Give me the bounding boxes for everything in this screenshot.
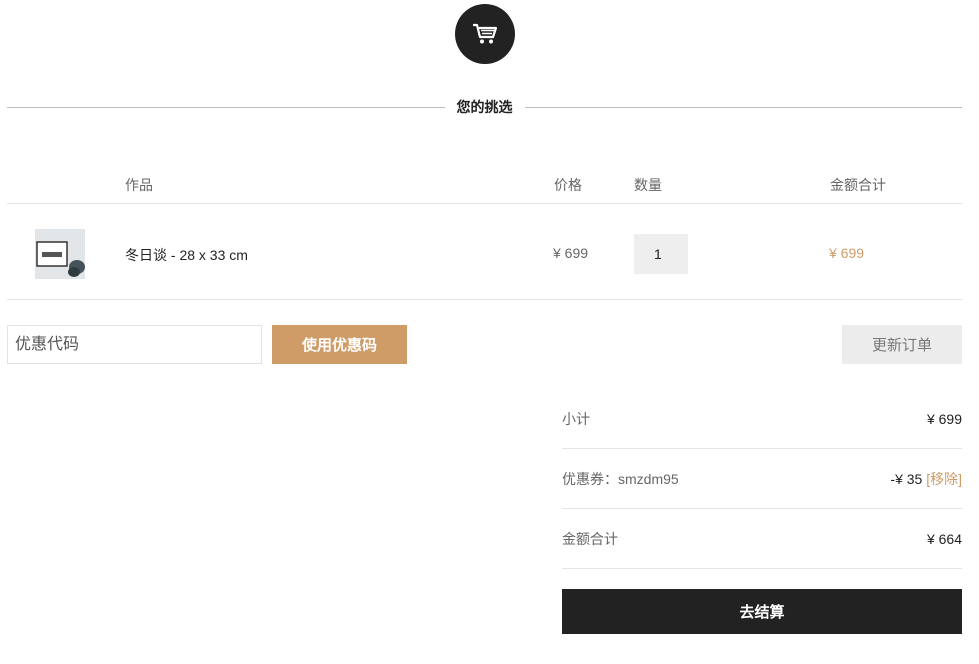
line-total: ¥ 699 — [829, 245, 865, 261]
divider — [524, 106, 962, 108]
divider — [7, 106, 445, 108]
summary-divider — [562, 568, 962, 569]
column-header-price: 价格 — [554, 177, 582, 193]
product-thumbnail[interactable] — [35, 229, 85, 279]
subtotal-row: 小计 ¥ 699 — [562, 389, 962, 449]
update-order-button[interactable]: 更新订单 — [842, 325, 962, 364]
quantity-input[interactable]: 1 — [634, 234, 688, 274]
table-divider — [7, 299, 962, 300]
remove-coupon-link[interactable]: [移除] — [926, 471, 962, 487]
column-header-product: 作品 — [125, 177, 153, 193]
cart-badge — [455, 4, 515, 64]
product-name[interactable]: 冬日谈 - 28 x 33 cm — [125, 245, 248, 265]
shopping-cart-icon — [473, 23, 498, 44]
column-header-quantity: 数量 — [634, 177, 662, 193]
total-row: 金额合计 ¥ 664 — [562, 509, 962, 569]
column-header-total: 金额合计 — [830, 177, 886, 193]
coupon-value: -¥ 35 — [890, 471, 923, 487]
subtotal-value: ¥ 699 — [926, 411, 962, 427]
product-price: ¥ 699 — [553, 245, 589, 261]
total-label: 金额合计 — [562, 531, 618, 547]
apply-coupon-button[interactable]: 使用优惠码 — [272, 325, 407, 364]
page-title: 您的挑选 — [456, 99, 513, 115]
total-value: ¥ 664 — [926, 531, 962, 547]
table-divider — [7, 203, 962, 204]
coupon-row: 优惠券：smzdm95 -¥ 35 [移除] — [562, 449, 962, 509]
subtotal-label: 小计 — [562, 411, 590, 427]
checkout-button[interactable]: 去结算 — [562, 589, 962, 634]
coupon-discount: -¥ 35 [移除] — [890, 469, 962, 489]
section-header: 您的挑选 — [7, 96, 962, 118]
coupon-label: 优惠券：smzdm95 — [562, 471, 679, 487]
coupon-code-input[interactable]: 优惠代码 — [7, 325, 262, 364]
